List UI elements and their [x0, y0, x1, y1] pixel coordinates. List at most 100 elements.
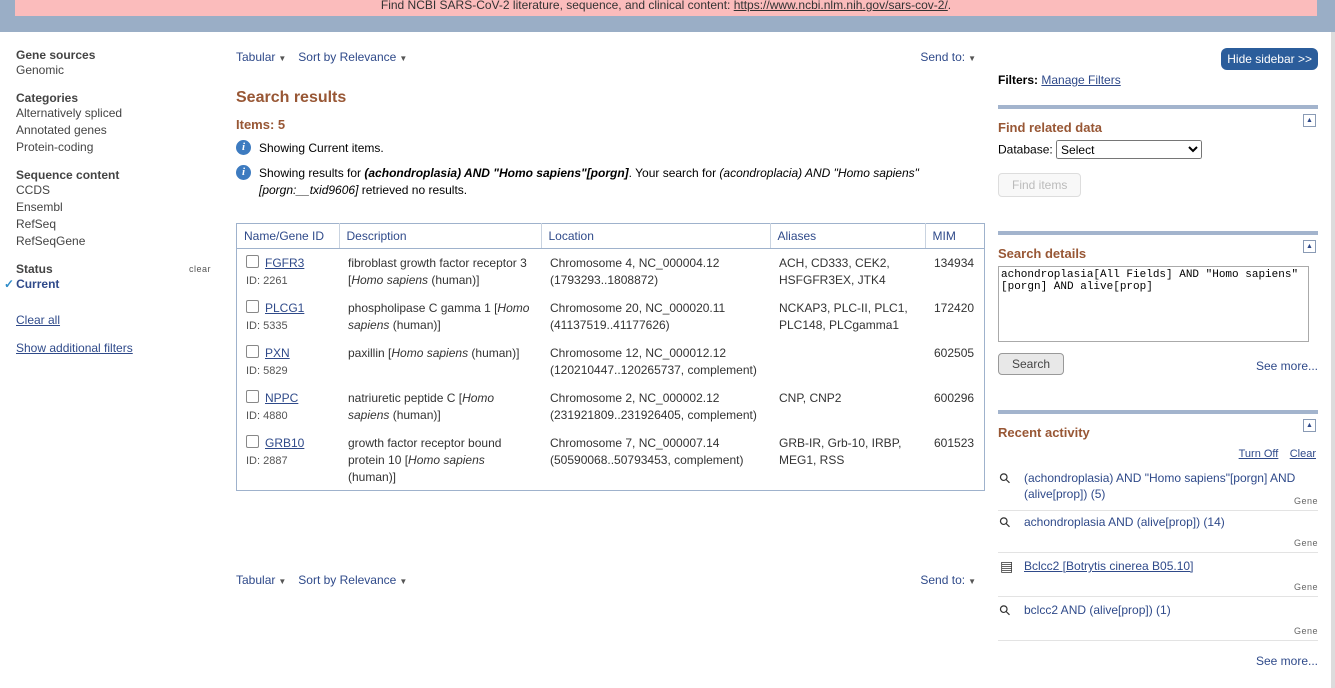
table-row: PLCG1 ID: 5335 phospholipase C gamma 1 [Ho… — [237, 294, 985, 339]
top-banner-area: Find NCBI SARS-CoV-2 literature, sequenc… — [0, 0, 1335, 32]
gene-id: ID: 5829 — [246, 365, 288, 377]
info-message-current: i Showing Current items. — [236, 140, 986, 157]
facet-item-alternatively-spliced[interactable]: Alternatively spliced — [16, 105, 211, 122]
send-to-dropdown[interactable]: Send to: ▼ — [920, 50, 976, 64]
collapse-icon[interactable]: ▲ — [1303, 240, 1316, 253]
row-checkbox[interactable] — [246, 435, 259, 448]
message-suffix: retrieved no results. — [358, 183, 468, 197]
message-text: Showing Current items. — [259, 141, 384, 155]
description-tail: (human)] — [348, 470, 397, 484]
description-tail: (human)] — [428, 273, 480, 287]
info-icon: i — [236, 140, 251, 155]
format-label: Tabular — [236, 573, 276, 587]
mim-cell: 172420 — [934, 301, 975, 315]
search-button[interactable]: Search — [998, 353, 1065, 375]
banner-text: Find NCBI SARS-CoV-2 literature, sequenc… — [380, 0, 734, 12]
description-text: natriuretic peptide C [ — [348, 391, 463, 405]
gene-link[interactable]: GRB10 — [265, 436, 304, 450]
recent-activity-link[interactable]: (achondroplasia) AND "Homo sapiens"[porg… — [1024, 470, 1318, 502]
facet-gene-sources: Gene sources Genomic — [16, 48, 211, 79]
col-aliases[interactable]: Aliases — [770, 223, 926, 249]
sort-dropdown[interactable]: Sort by Relevance ▼ — [298, 573, 407, 587]
see-more-activity-link[interactable]: See more... — [1256, 654, 1318, 668]
row-checkbox[interactable] — [246, 390, 259, 403]
status-clear-link[interactable]: clear — [189, 264, 211, 274]
facet-title: Status — [16, 262, 53, 276]
gene-link[interactable]: PLCG1 — [265, 301, 304, 315]
facet-item-ensembl[interactable]: Ensembl — [16, 199, 211, 216]
location-cell: Chromosome 12, NC_000012.12 (120210447..… — [550, 346, 757, 377]
collapse-icon[interactable]: ▲ — [1303, 114, 1316, 127]
facet-item-current[interactable]: ✓ Current — [4, 276, 211, 293]
show-additional-filters-link[interactable]: Show additional filters — [16, 341, 211, 355]
description-cell: phospholipase C gamma 1 [Homo sapiens (h… — [339, 294, 541, 339]
facet-item-current-label: Current — [16, 277, 60, 291]
description-cell: paxillin [Homo sapiens (human)] — [339, 339, 541, 384]
chevron-down-icon: ▼ — [278, 54, 287, 63]
search-details-textarea[interactable]: achondroplasia[All Fields] AND "Homo sap… — [998, 266, 1309, 342]
results-panel: Tabular ▼ Sort by Relevance ▼ Send to: ▼ Se… — [236, 48, 986, 587]
col-name-gene-id[interactable]: Name/Gene ID — [236, 223, 340, 249]
description-cell: growth factor receptor bound protein 10 … — [339, 429, 541, 491]
row-checkbox[interactable] — [246, 345, 259, 358]
turn-off-link[interactable]: Turn Off — [1239, 448, 1279, 460]
table-row: GRB10 ID: 2887 growth factor receptor boun… — [237, 429, 985, 491]
col-description[interactable]: Description — [339, 223, 542, 249]
gene-link[interactable]: PXN — [265, 346, 290, 360]
recent-activity-link[interactable]: bclcc2 AND (alive[prop]) (1) — [1024, 602, 1318, 618]
facet-item-refseq[interactable]: RefSeq — [16, 216, 211, 233]
recent-activity-link[interactable]: Bclcc2 [Botrytis cinerea B05.10] — [1024, 558, 1318, 574]
facet-item-protein-coding[interactable]: Protein-coding — [16, 139, 211, 156]
description-cell: fibroblast growth factor receptor 3 [Hom… — [339, 249, 541, 295]
portlet-title: Recent activity — [998, 425, 1090, 440]
chevron-down-icon: ▼ — [968, 577, 976, 586]
name-cell: FGFR3 ID: 2261 — [237, 249, 340, 295]
location-cell: Chromosome 4, NC_000004.12 (1793293..180… — [550, 256, 720, 287]
sort-dropdown[interactable]: Sort by Relevance ▼ — [298, 50, 407, 64]
items-count: Items: 5 — [236, 117, 286, 132]
banner-tail: . — [947, 0, 952, 12]
facet-sequence-content: Sequence content CCDS Ensembl RefSeq Ref… — [16, 168, 211, 250]
search-details-portlet: ▲ Search details achondroplasia[All Fiel… — [998, 231, 1318, 395]
facet-item-refseqgene[interactable]: RefSeqGene — [16, 233, 211, 250]
table-row: FGFR3 ID: 2261 fibroblast growth factor re… — [237, 249, 985, 295]
mim-cell: 602505 — [934, 346, 975, 360]
recent-activity-link[interactable]: achondroplasia AND (alive[prop]) (14) — [1024, 514, 1318, 530]
col-mim[interactable]: MIM — [925, 223, 985, 249]
banner-link[interactable]: https://www.ncbi.nlm.nih.gov/sars-cov-2/ — [734, 0, 948, 12]
aliases-cell: GRB-IR, Grb-10, IRBP, MEG1, RSS — [779, 436, 902, 467]
see-more-link[interactable]: See more... — [1256, 359, 1318, 373]
recent-activity-item: ⚲ bclcc2 AND (alive[prop]) (1) Gene — [995, 601, 1318, 641]
format-dropdown[interactable]: Tabular ▼ — [236, 573, 286, 587]
gene-link[interactable]: NPPC — [265, 391, 298, 405]
activity-database: Gene — [1293, 538, 1318, 548]
right-sidebar: Hide sidebar >> Filters: Manage Filters … — [995, 48, 1318, 688]
recent-activity-item: ▤ Bclcc2 [Botrytis cinerea B05.10] Gene — [998, 558, 1318, 597]
row-checkbox[interactable] — [246, 300, 259, 313]
find-items-button[interactable]: Find items — [998, 173, 1082, 197]
database-select[interactable]: Select — [1056, 140, 1203, 159]
collapse-icon[interactable]: ▲ — [1303, 419, 1316, 432]
clear-activity-link[interactable]: Clear — [1290, 448, 1316, 460]
facet-item-annotated-genes[interactable]: Annotated genes — [16, 122, 211, 139]
corrected-query[interactable]: (achondroplasia) AND "Homo sapiens"[porg… — [364, 166, 628, 180]
page-scrollbar[interactable] — [1331, 32, 1335, 688]
hide-sidebar-button[interactable]: Hide sidebar >> — [1221, 48, 1318, 70]
gene-link[interactable]: FGFR3 — [265, 256, 304, 270]
col-location[interactable]: Location — [541, 223, 771, 249]
aliases-cell — [770, 339, 925, 384]
send-to-dropdown[interactable]: Send to: ▼ — [920, 573, 976, 587]
location-cell: Chromosome 7, NC_000007.14 (50590068..50… — [550, 436, 744, 467]
manage-filters-link[interactable]: Manage Filters — [1041, 73, 1120, 87]
filter-sidebar: Gene sources Genomic Categories Alternat… — [4, 48, 211, 355]
row-checkbox[interactable] — [246, 255, 259, 268]
facet-item-genomic[interactable]: Genomic — [16, 62, 211, 79]
format-dropdown[interactable]: Tabular ▼ — [236, 50, 286, 64]
document-icon: ▤ — [1000, 558, 1014, 574]
chevron-down-icon: ▼ — [278, 577, 287, 586]
message-prefix: Showing results for — [259, 166, 365, 180]
facet-categories: Categories Alternatively spliced Annotat… — [16, 91, 211, 156]
facet-item-ccds[interactable]: CCDS — [16, 182, 211, 199]
clear-all-link[interactable]: Clear all — [16, 313, 211, 327]
portlet-title: Search details — [998, 246, 1087, 261]
